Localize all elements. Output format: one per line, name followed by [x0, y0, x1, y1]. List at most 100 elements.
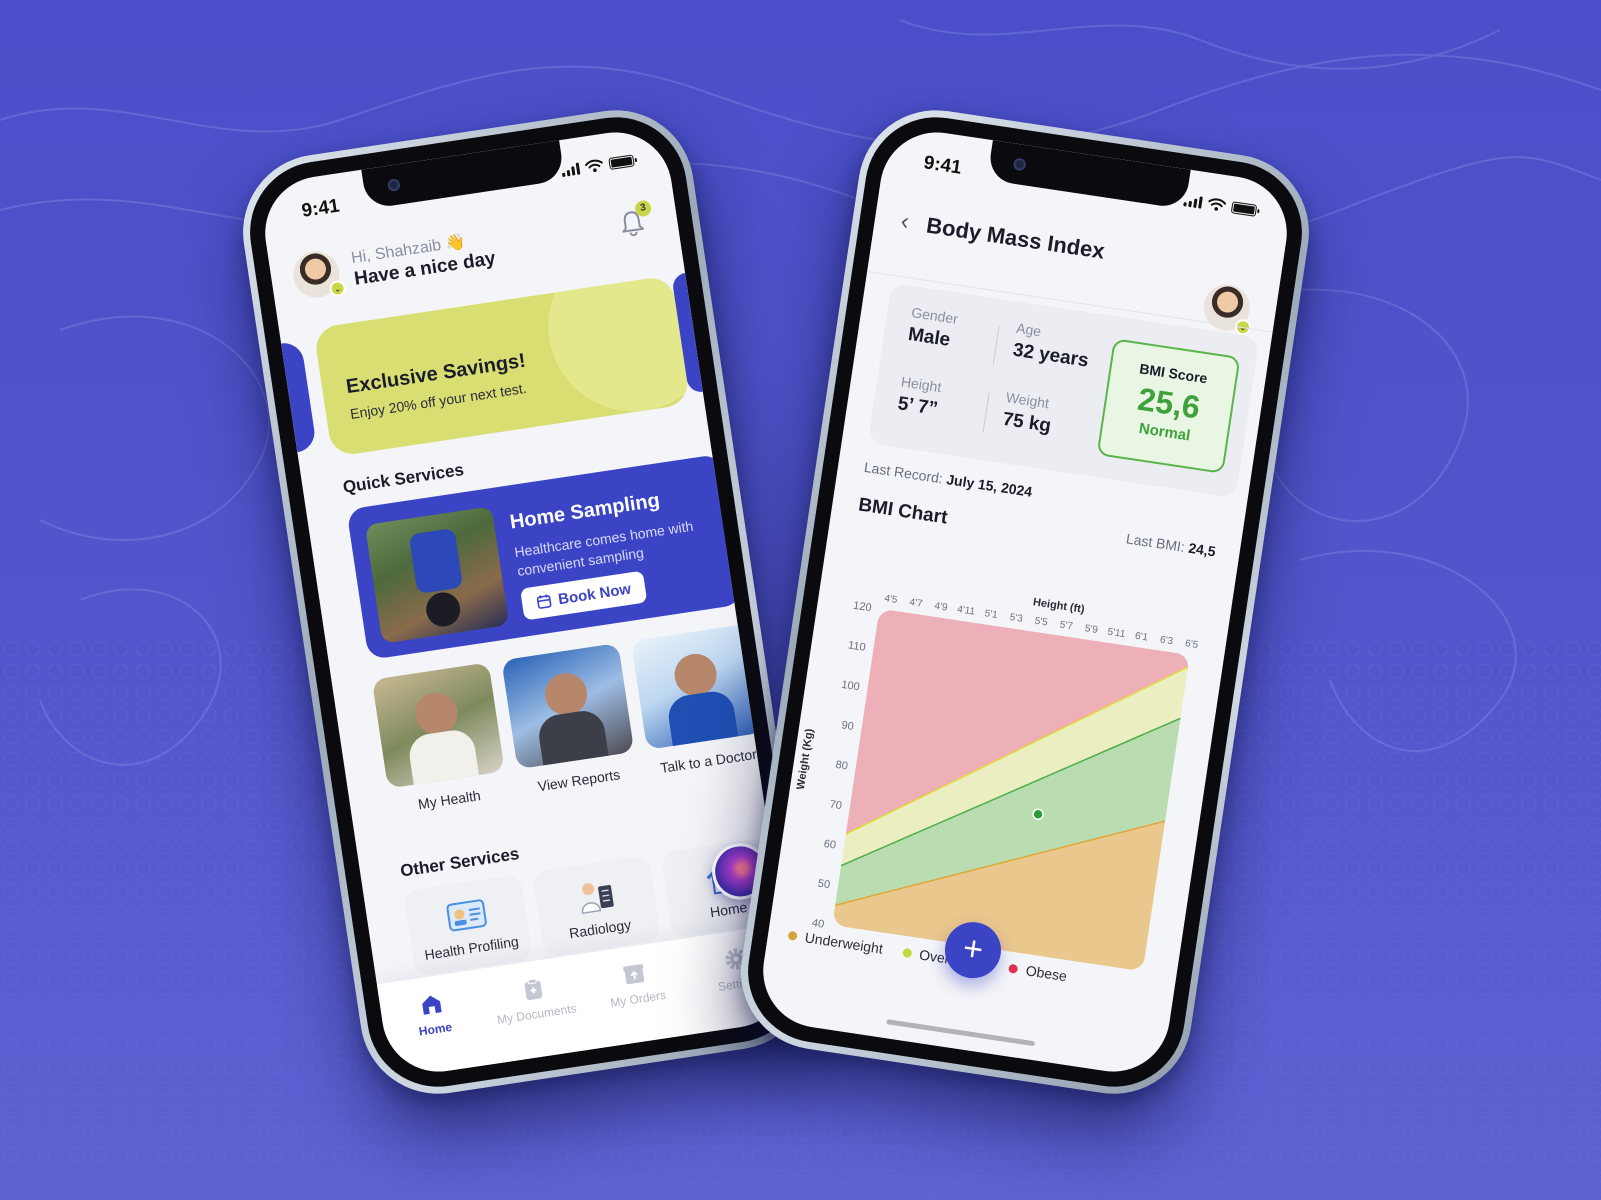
- battery-icon: [1230, 201, 1258, 217]
- x-tick-label: 5'3: [1009, 612, 1024, 625]
- x-tick-label: 4'9: [934, 601, 949, 614]
- tab-label: My Orders: [609, 987, 667, 1010]
- service-tiles: My Health View Reports Talk to a Doctor: [371, 623, 768, 817]
- x-tick-label: 5'9: [1084, 623, 1099, 636]
- y-tick-label: 110: [847, 639, 866, 653]
- wifi-icon: [585, 159, 603, 173]
- promo-banner[interactable]: Exclusive Savings! Enjoy 20% off your ne…: [313, 275, 691, 458]
- chevron-down-icon: ⌄: [328, 279, 347, 298]
- tile-label: Talk to a Doctor: [659, 745, 758, 777]
- tab-label: Home: [417, 1019, 453, 1039]
- y-tick-label: 40: [811, 917, 825, 931]
- status-time: 9:41: [300, 195, 341, 222]
- bmi-header: ‹ Body Mass Index: [898, 202, 1258, 294]
- bmi-chart: 40 50 60 70 80 90 100 110 120 4'5 4'7 4'9 4'11 5'1 5'3…: [795, 593, 1199, 972]
- tab-label: My Documents: [496, 1001, 578, 1027]
- x-tick-label: 5'5: [1034, 616, 1049, 629]
- stat-value: 75 kg: [1001, 408, 1053, 437]
- stat-value: Male: [906, 323, 952, 351]
- avatar[interactable]: ⌄: [290, 248, 347, 301]
- tile-my-health[interactable]: My Health: [371, 662, 509, 816]
- x-axis-label: Height (ft): [1032, 596, 1085, 616]
- y-tick-label: 120: [852, 600, 872, 615]
- tab-my-orders[interactable]: My Orders: [589, 956, 688, 1048]
- x-tick-label: 6'1: [1134, 631, 1149, 644]
- x-tick-label: 5'7: [1059, 619, 1074, 632]
- stat-value: 5’ 7”: [896, 393, 940, 420]
- legend-dot: [787, 930, 798, 941]
- signal-icon: [1183, 194, 1203, 209]
- status-icons: [561, 153, 635, 178]
- x-tick-label: 4'7: [909, 597, 924, 610]
- y-tick-label: 80: [835, 759, 849, 773]
- service-label: Health Profiling: [423, 933, 520, 963]
- chart-title: BMI Chart: [856, 494, 949, 529]
- greeting: Hi, Shahzaib 👋 Have a nice day: [350, 227, 497, 291]
- x-tick-label: 6'3: [1159, 634, 1174, 647]
- battery-icon: [608, 154, 635, 170]
- stat-weight: Weight 75 kg: [1001, 389, 1055, 438]
- doctor-xray-icon: [581, 883, 614, 915]
- home-icon: [422, 995, 442, 1015]
- book-now-button[interactable]: Book Now: [519, 570, 648, 621]
- service-health-profiling[interactable]: Health Profiling: [403, 874, 533, 977]
- last-bmi: Last BMI: 24,5: [1125, 530, 1217, 559]
- notch: [361, 140, 566, 210]
- y-tick-label: 60: [823, 838, 837, 852]
- id-card-icon: [446, 899, 487, 932]
- service-label: Radiology: [568, 916, 633, 942]
- notch: [986, 140, 1191, 210]
- notification-button[interactable]: 3: [615, 199, 653, 240]
- tab-my-documents[interactable]: My Documents: [488, 971, 587, 1063]
- talk-doctor-photo: [630, 623, 764, 750]
- divider: [992, 325, 1000, 365]
- book-now-label: Book Now: [557, 580, 633, 608]
- y-tick-label: 90: [841, 719, 855, 733]
- quick-services-title: Quick Services: [341, 460, 466, 497]
- calendar-icon: [537, 594, 552, 609]
- y-axis-label: Weight (Kg): [795, 728, 816, 791]
- clipboard-icon: [524, 978, 543, 1001]
- tile-label: View Reports: [536, 766, 622, 795]
- service-radiology[interactable]: Radiology: [531, 854, 662, 958]
- last-record: Last Record: July 15, 2024: [863, 459, 1033, 500]
- home-indicator: [886, 1019, 1036, 1047]
- bmi-score-card: BMI Score 25,6 Normal: [1096, 338, 1241, 474]
- chart-plot-area: [832, 608, 1190, 972]
- divider: [982, 392, 990, 433]
- legend-dot: [901, 947, 913, 958]
- tile-view-reports[interactable]: View Reports: [501, 642, 638, 797]
- bmi-point: [1032, 808, 1044, 821]
- signal-icon: [561, 162, 581, 178]
- promo-prev-card[interactable]: [281, 340, 318, 453]
- stat-label: Weight: [1004, 389, 1051, 412]
- y-tick-label: 50: [817, 878, 831, 892]
- x-tick-label: 5'11: [1107, 627, 1127, 641]
- status-time: 9:41: [922, 152, 963, 179]
- legend-dot: [1008, 963, 1019, 974]
- stat-height: Height 5’ 7”: [896, 373, 942, 421]
- page-title: Body Mass Index: [924, 212, 1107, 264]
- y-tick-label: 70: [829, 798, 843, 812]
- last-record-date: July 15, 2024: [945, 471, 1034, 500]
- back-icon[interactable]: ‹: [899, 208, 911, 237]
- stat-label: Height: [900, 373, 943, 396]
- y-tick-label: 100: [841, 679, 861, 694]
- stat-gender: Gender Male: [907, 304, 959, 352]
- service-label: Home: [709, 898, 749, 921]
- view-reports-photo: [501, 642, 635, 770]
- x-tick-label: 4'5: [884, 593, 899, 606]
- tab-home[interactable]: Home: [386, 986, 485, 1078]
- box-icon: [623, 964, 645, 985]
- x-tick-label: 4'11: [956, 604, 976, 618]
- x-tick-label: 5'1: [984, 608, 999, 621]
- last-record-label: Last Record:: [863, 458, 944, 487]
- stat-age: Age 32 years: [1011, 320, 1092, 373]
- last-bmi-label: Last BMI:: [1125, 530, 1186, 555]
- tile-talk-to-doctor[interactable]: Talk to a Doctor: [630, 623, 768, 778]
- tile-label: My Health: [417, 787, 482, 813]
- x-tick-label: 6'5: [1184, 638, 1199, 651]
- home-sampling-photo: [364, 506, 510, 644]
- my-health-photo: [371, 662, 505, 789]
- stat-label: Gender: [910, 304, 959, 327]
